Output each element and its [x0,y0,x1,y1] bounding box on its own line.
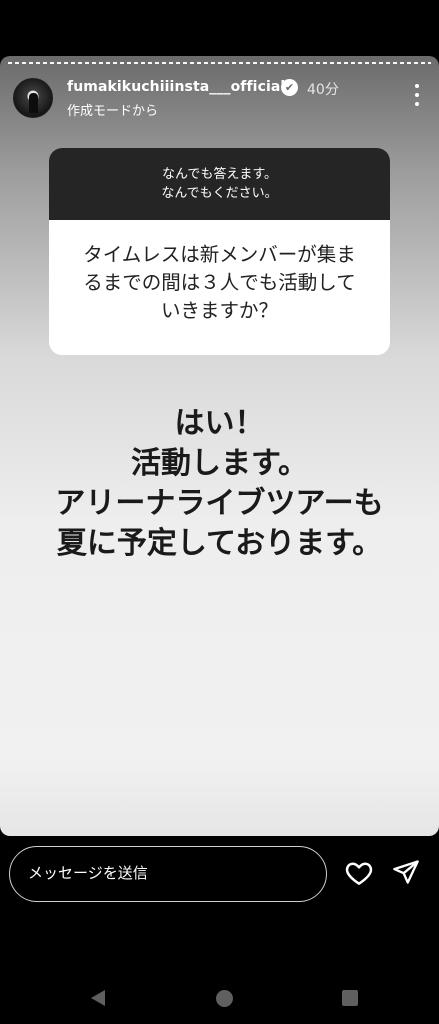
story-viewer: fumakikuchiiinsta___official ✔ 40分 作成モード… [0,0,439,1024]
answer-line: はい！ [174,406,265,441]
profile-avatar[interactable] [13,78,53,118]
message-placeholder: メッセージを送信 [28,864,148,882]
story-header: fumakikuchiiinsta___official ✔ 40分 作成モード… [13,76,427,120]
post-time: 40分 [307,82,339,98]
send-icon[interactable] [392,858,420,886]
username[interactable]: fumakikuchiiinsta___official [67,79,285,95]
nav-home-icon[interactable] [216,990,233,1007]
answer-text: はい！ 活動します。 アリーナライブツアーも 夏に予定しております。 [0,404,439,564]
android-navigation-bar [0,978,439,1024]
story-progress-bar [8,62,431,64]
heart-icon[interactable] [344,858,374,888]
story-card[interactable]: fumakikuchiiinsta___official ✔ 40分 作成モード… [0,56,439,836]
verified-badge-icon: ✔ [281,79,298,96]
nav-recent-icon[interactable] [342,990,358,1006]
answer-line: 夏に予定しております。 [56,526,383,561]
question-header-line: なんでも答えます。 [161,167,278,182]
answer-line: アリーナライブツアーも [55,486,384,521]
nav-back-icon[interactable] [88,988,108,1008]
story-subtitle[interactable]: 作成モードから [67,100,158,119]
question-line: いきますか？ [160,299,278,322]
question-header-line: なんでもください。 [161,186,278,201]
question-line: るまでの間は３人でも活動して [83,271,356,294]
question-line: タイムレスは新メンバーが集ま [83,243,356,266]
message-input[interactable]: メッセージを送信 [9,846,327,902]
answer-line: 活動します。 [131,446,308,481]
question-text: タイムレスは新メンバーが集ま るまでの間は３人でも活動して いきますか？ [49,220,390,325]
more-vertical-icon[interactable] [411,84,423,106]
question-sticker-header: なんでも答えます。 なんでもください。 [49,148,390,220]
question-sticker: なんでも答えます。 なんでもください。 タイムレスは新メンバーが集ま るまでの間… [49,148,390,355]
